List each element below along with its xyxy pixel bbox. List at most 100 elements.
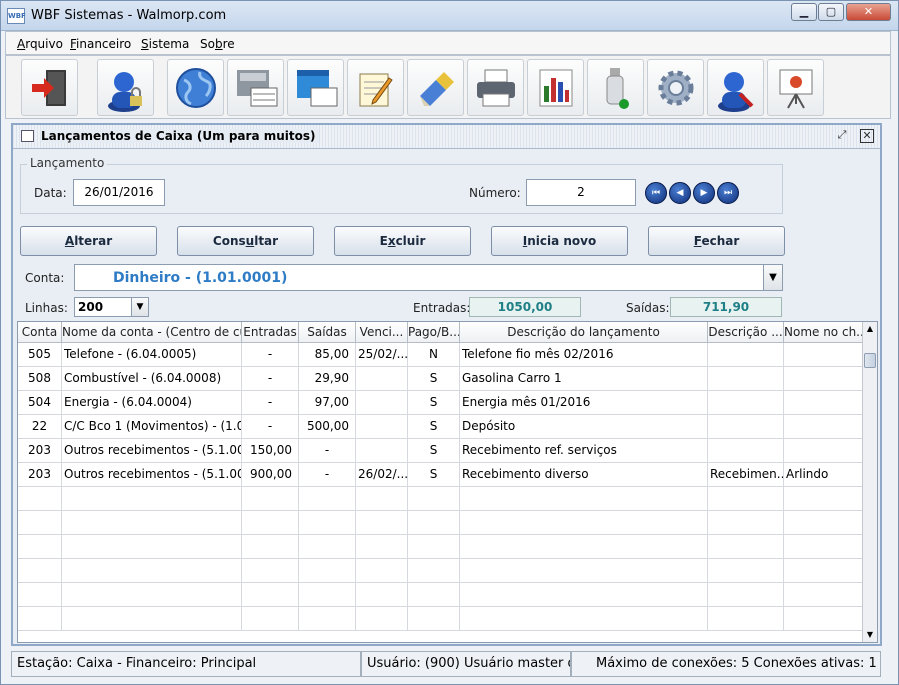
table-cell[interactable] — [784, 391, 863, 415]
gear-icon[interactable] — [647, 59, 704, 116]
table-cell[interactable] — [356, 607, 408, 631]
table-cell[interactable] — [242, 535, 299, 559]
chevron-down-icon[interactable]: ▼ — [131, 297, 149, 317]
table-row[interactable]: 22 C/C Bco 1 (Movimentos) - (1.0... -500,0… — [18, 415, 863, 439]
table-cell[interactable] — [784, 559, 863, 583]
table-cell[interactable] — [356, 391, 408, 415]
close-window-button[interactable]: ✕ — [846, 3, 891, 21]
table-cell[interactable] — [356, 415, 408, 439]
chevron-down-icon[interactable]: ▼ — [763, 264, 783, 291]
maximize-button[interactable]: ▢ — [818, 3, 844, 21]
table-cell[interactable] — [708, 583, 784, 607]
table-cell[interactable] — [784, 607, 863, 631]
table-cell[interactable] — [460, 511, 708, 535]
column-header[interactable]: Descrição ... — [708, 322, 784, 343]
nav-previous-button[interactable]: ◀ — [669, 182, 691, 204]
scanner-list-icon[interactable] — [227, 59, 284, 116]
table-row[interactable] — [18, 559, 863, 583]
table-cell[interactable]: S — [408, 439, 460, 463]
table-cell[interactable]: - — [242, 343, 299, 367]
consultar-button[interactable]: Consultar — [177, 226, 314, 256]
table-cell[interactable] — [18, 607, 62, 631]
table-cell[interactable]: 85,00 — [299, 343, 356, 367]
table-cell[interactable] — [299, 535, 356, 559]
table-cell[interactable] — [408, 583, 460, 607]
column-header[interactable]: Saídas — [299, 322, 356, 343]
table-cell[interactable]: 504 — [18, 391, 62, 415]
table-cell[interactable] — [62, 607, 242, 631]
table-row[interactable] — [18, 535, 863, 559]
column-header[interactable]: Nome no ch... — [784, 322, 863, 343]
frame-maximize-icon[interactable]: ⤢ — [835, 129, 849, 143]
table-cell[interactable]: 500,00 — [299, 415, 356, 439]
table-cell[interactable]: 97,00 — [299, 391, 356, 415]
table-cell[interactable] — [356, 367, 408, 391]
presentation-board-icon[interactable] — [767, 59, 824, 116]
table-cell[interactable] — [784, 415, 863, 439]
table-row[interactable]: 505 Telefone - (6.04.0005) -85,00 25/02/...… — [18, 343, 863, 367]
table-cell[interactable]: S — [408, 415, 460, 439]
table-cell[interactable] — [356, 559, 408, 583]
table-cell[interactable]: Telefone fio mês 02/2016 — [460, 343, 708, 367]
table-cell[interactable]: 203 — [18, 439, 62, 463]
table-cell[interactable] — [299, 583, 356, 607]
table-cell[interactable] — [18, 583, 62, 607]
table-cell[interactable]: - — [242, 415, 299, 439]
table-cell[interactable] — [242, 559, 299, 583]
table-cell[interactable]: 25/02/... — [356, 343, 408, 367]
table-cell[interactable]: 900,00 — [242, 463, 299, 487]
vertical-scrollbar[interactable]: ▲ ▼ — [862, 322, 877, 642]
table-cell[interactable]: 26/02/... — [356, 463, 408, 487]
table-cell[interactable] — [242, 583, 299, 607]
table-cell[interactable] — [299, 559, 356, 583]
table-cell[interactable] — [708, 511, 784, 535]
table-cell[interactable] — [299, 487, 356, 511]
table-cell[interactable]: Combustível - (6.04.0008) — [62, 367, 242, 391]
menu-sobre[interactable]: Sobre — [200, 37, 235, 51]
table-row[interactable] — [18, 487, 863, 511]
table-cell[interactable]: S — [408, 391, 460, 415]
menu-sistema[interactable]: Sistema — [141, 37, 189, 51]
table-cell[interactable]: - — [242, 367, 299, 391]
table-row[interactable] — [18, 511, 863, 535]
table-cell[interactable] — [460, 559, 708, 583]
table-cell[interactable] — [784, 487, 863, 511]
user-tools-icon[interactable] — [707, 59, 764, 116]
frame-close-icon[interactable]: ✕ — [860, 129, 874, 143]
table-cell[interactable]: Gasolina Carro 1 — [460, 367, 708, 391]
table-cell[interactable]: Recebimen... — [708, 463, 784, 487]
table-cell[interactable]: Outros recebimentos - (5.1.003) — [62, 463, 242, 487]
table-cell[interactable] — [62, 559, 242, 583]
window-list-icon[interactable] — [287, 59, 344, 116]
table-cell[interactable]: S — [408, 463, 460, 487]
table-cell[interactable] — [62, 535, 242, 559]
table-cell[interactable] — [460, 583, 708, 607]
table-cell[interactable] — [708, 535, 784, 559]
table-cell[interactable] — [708, 487, 784, 511]
scroll-thumb[interactable] — [864, 353, 876, 368]
column-header[interactable]: Nome da conta - (Centro de cu... — [62, 322, 242, 343]
usb-drive-icon[interactable] — [587, 59, 644, 116]
bar-chart-icon[interactable] — [527, 59, 584, 116]
table-cell[interactable]: S — [408, 367, 460, 391]
exit-door-icon[interactable] — [21, 59, 78, 116]
table-cell[interactable] — [62, 583, 242, 607]
globe-icon[interactable] — [167, 59, 224, 116]
table-cell[interactable]: 150,00 — [242, 439, 299, 463]
table-cell[interactable] — [18, 559, 62, 583]
table-cell[interactable] — [708, 559, 784, 583]
table-row[interactable] — [18, 607, 863, 631]
table-cell[interactable] — [784, 535, 863, 559]
table-cell[interactable] — [708, 607, 784, 631]
table-cell[interactable] — [299, 607, 356, 631]
table-cell[interactable] — [408, 511, 460, 535]
table-cell[interactable]: Depósito — [460, 415, 708, 439]
column-header[interactable]: Conta — [18, 322, 62, 343]
table-cell[interactable] — [460, 607, 708, 631]
table-row[interactable]: 504 Energia - (6.04.0004) -97,00 S Energia m… — [18, 391, 863, 415]
table-cell[interactable]: Outros recebimentos - (5.1.003) — [62, 439, 242, 463]
table-row[interactable]: 203 Outros recebimentos - (5.1.003) 150,00… — [18, 439, 863, 463]
table-cell[interactable]: 505 — [18, 343, 62, 367]
table-cell[interactable] — [242, 607, 299, 631]
column-header[interactable]: Pago/B... — [408, 322, 460, 343]
